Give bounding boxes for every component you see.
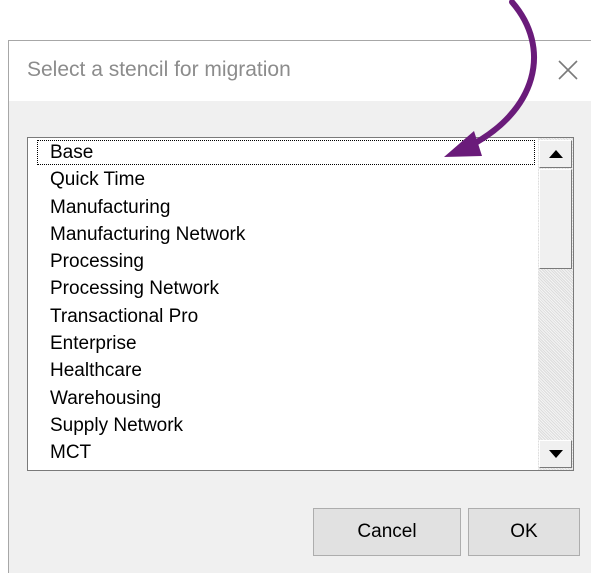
- cancel-button[interactable]: Cancel: [313, 508, 461, 556]
- scroll-up-button[interactable]: [539, 140, 572, 168]
- stencil-list: Base Quick Time Manufacturing Manufactur…: [28, 139, 538, 467]
- scroll-thumb[interactable]: [539, 169, 572, 269]
- list-item-mct[interactable]: MCT: [28, 439, 538, 466]
- list-item-base[interactable]: Base: [36, 139, 536, 166]
- screenshot-stage: Select a stencil for migration Base Quic…: [0, 0, 591, 573]
- stencil-listbox[interactable]: Base Quick Time Manufacturing Manufactur…: [27, 137, 574, 471]
- list-item-warehousing[interactable]: Warehousing: [28, 385, 538, 412]
- list-item-transactional-pro[interactable]: Transactional Pro: [28, 303, 538, 330]
- stencil-migration-dialog: Select a stencil for migration Base Quic…: [8, 40, 591, 573]
- list-item-healthcare[interactable]: Healthcare: [28, 357, 538, 384]
- list-item-supply-network[interactable]: Supply Network: [28, 412, 538, 439]
- ok-button[interactable]: OK: [468, 508, 580, 556]
- list-item-quick-time[interactable]: Quick Time: [28, 166, 538, 193]
- close-icon: [558, 60, 578, 80]
- close-button[interactable]: [553, 55, 583, 85]
- list-scrollbar[interactable]: [538, 138, 573, 470]
- scroll-down-arrow-icon: [548, 450, 563, 458]
- list-item-processing-network[interactable]: Processing Network: [28, 275, 538, 302]
- scroll-up-arrow-icon: [548, 150, 563, 158]
- list-item-manufacturing[interactable]: Manufacturing: [28, 194, 538, 221]
- dialog-titlebar: Select a stencil for migration: [9, 41, 591, 101]
- list-item-processing[interactable]: Processing: [28, 248, 538, 275]
- scroll-down-button[interactable]: [539, 440, 572, 468]
- dialog-title: Select a stencil for migration: [27, 58, 291, 81]
- list-item-enterprise[interactable]: Enterprise: [28, 330, 538, 357]
- list-item-manufacturing-network[interactable]: Manufacturing Network: [28, 221, 538, 248]
